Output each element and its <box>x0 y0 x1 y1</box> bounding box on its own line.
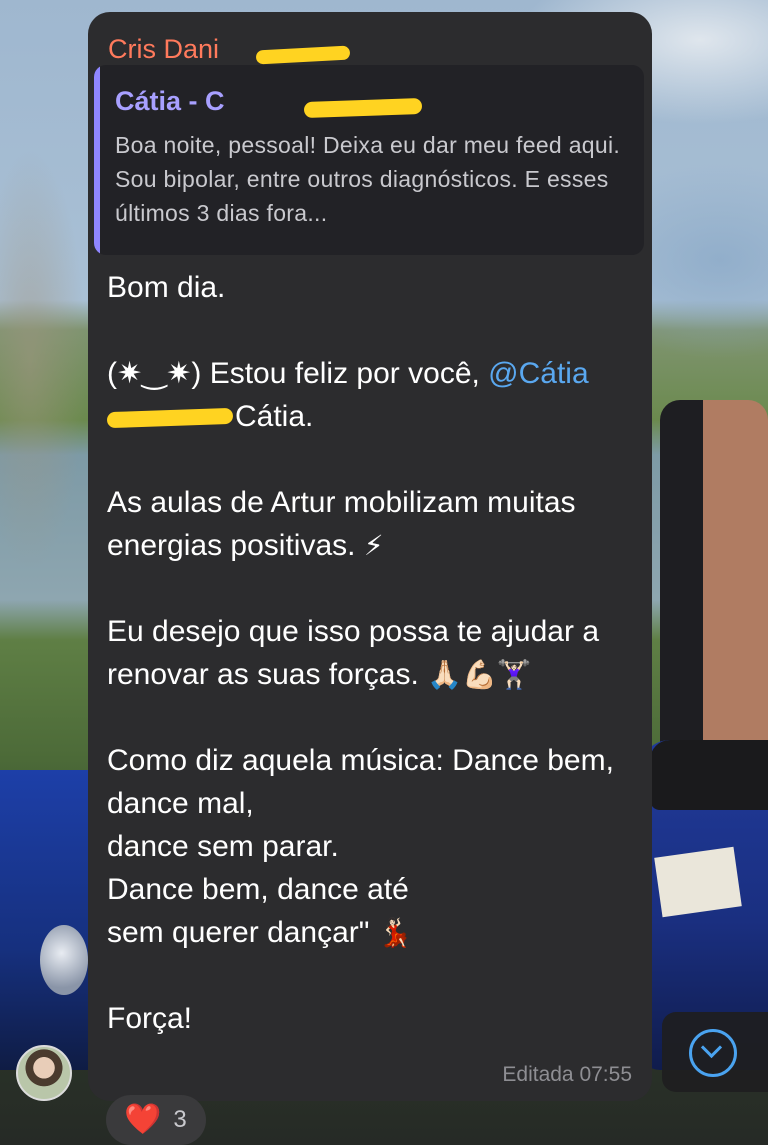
message-line: Bom dia. <box>107 271 226 304</box>
sender-name[interactable]: Cris Dani <box>108 34 219 65</box>
message-line: sem querer dançar" 💃🏻 <box>107 911 639 954</box>
atv-headlight <box>40 925 88 995</box>
atv-sticker <box>654 846 742 918</box>
message-line: dance mal, <box>107 787 254 820</box>
background-tree <box>0 60 90 760</box>
dancer-emoji: 💃🏻 <box>377 917 413 948</box>
message-fragment: Cátia. <box>235 400 314 433</box>
message-line: dance sem parar. <box>107 830 339 863</box>
redaction-mark <box>255 45 351 65</box>
reply-author: Cátia - C <box>115 86 225 116</box>
reply-text: Boa noite, pessoal! Deixa eu dar meu fee… <box>115 132 621 226</box>
message-line: Força! <box>107 1002 193 1035</box>
scroll-to-bottom-button[interactable] <box>662 1012 768 1092</box>
atv-seat <box>650 740 768 810</box>
message-line: As aulas de Artur mobilizam muitas energ… <box>107 481 639 567</box>
message-line: (✷‿✷) Estou feliz por você, @Cátia Cátia… <box>106 352 639 438</box>
message-bubble[interactable]: Cris Dani Cátia - C Boa noite, pessoal! … <box>88 12 652 1101</box>
lightning-emoji: ⚡ <box>363 530 384 561</box>
reply-accent-bar <box>94 65 100 255</box>
prayer-muscle-emoji: 🙏🏻💪🏻🏋🏻‍♀️ <box>427 659 532 690</box>
message-line: Como diz aquela música: Dance bem, <box>107 744 614 777</box>
redaction-mark <box>106 407 234 429</box>
background-person <box>660 400 768 760</box>
message-text: Bom dia. (✷‿✷) Estou feliz por você, @Cá… <box>106 266 639 1040</box>
message-line: Eu desejo que isso possa te ajudar a ren… <box>107 610 639 696</box>
reaction-count: 3 <box>173 1106 187 1133</box>
message-line: Dance bem, dance até <box>107 873 409 906</box>
message-fragment: (✷‿✷) Estou feliz por você, <box>107 357 489 390</box>
mention-link[interactable]: @Cátia <box>488 357 589 390</box>
reaction-pill[interactable]: ❤️ 3 <box>106 1095 206 1145</box>
sender-avatar[interactable] <box>16 1045 72 1101</box>
message-fragment: As aulas de Artur mobilizam muitas energ… <box>107 486 576 562</box>
message-fragment: sem querer dançar" <box>107 916 378 949</box>
message-timestamp: Editada 07:55 <box>502 1063 632 1086</box>
heart-icon: ❤️ <box>124 1103 162 1136</box>
